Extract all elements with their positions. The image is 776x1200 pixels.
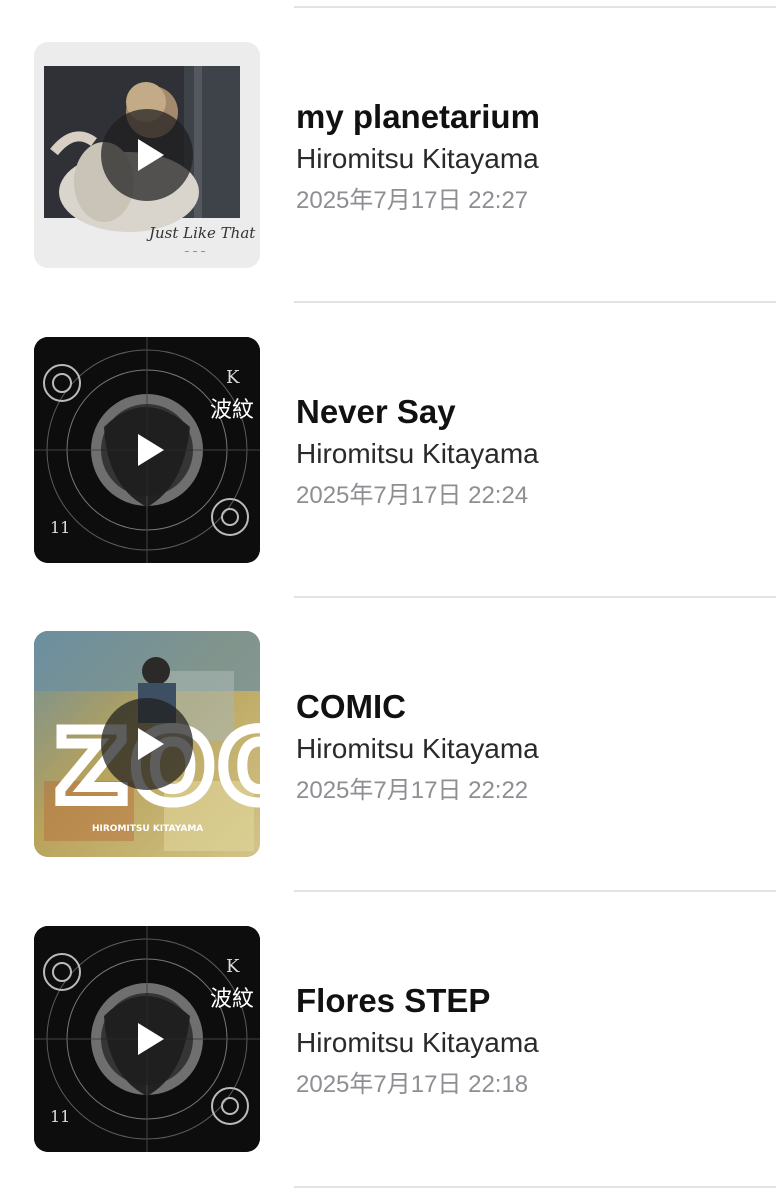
list-divider: [294, 1186, 776, 1188]
artwork-text: 波紋: [210, 398, 254, 423]
song-row[interactable]: Just Like That ~ ~ ~ my planetarium Hiro…: [0, 8, 776, 302]
song-row[interactable]: 波紋 K 11 Never Say Hiromitsu Kitayama 202…: [0, 303, 776, 597]
song-title: my planetarium: [296, 98, 540, 135]
song-artist: Hiromitsu Kitayama: [296, 1027, 539, 1058]
song-list: Just Like That ~ ~ ~ my planetarium Hiro…: [0, 0, 776, 1200]
artwork-text: 波紋: [210, 987, 254, 1012]
artwork-text: Just Like That: [146, 224, 256, 242]
song-title: COMIC: [296, 688, 406, 725]
play-icon[interactable]: [101, 993, 193, 1085]
album-artwork[interactable]: 波紋 K 11: [34, 337, 260, 563]
album-artwork[interactable]: 波紋 K 11: [34, 926, 260, 1152]
svg-text:11: 11: [50, 1107, 70, 1126]
song-artist: Hiromitsu Kitayama: [296, 143, 539, 174]
song-row[interactable]: ZOO HIROMITSU KITAYAMA COMIC Hiromitsu K…: [0, 598, 776, 892]
song-info: Never Say Hiromitsu Kitayama 2025年7月17日 …: [296, 392, 766, 514]
song-date: 2025年7月17日 22:24: [296, 482, 529, 509]
svg-text:~ ~ ~: ~ ~ ~: [184, 248, 206, 256]
song-artist: Hiromitsu Kitayama: [296, 733, 539, 764]
svg-text:K: K: [226, 956, 240, 977]
song-info: my planetarium Hiromitsu Kitayama 2025年7…: [296, 97, 766, 219]
album-artwork[interactable]: ZOO HIROMITSU KITAYAMA: [34, 631, 260, 857]
play-icon[interactable]: [101, 109, 193, 201]
song-info: Flores STEP Hiromitsu Kitayama 2025年7月17…: [296, 981, 766, 1103]
song-artist: Hiromitsu Kitayama: [296, 438, 539, 469]
album-artwork[interactable]: Just Like That ~ ~ ~: [34, 42, 260, 268]
play-icon[interactable]: [101, 404, 193, 496]
svg-text:K: K: [226, 367, 240, 388]
svg-text:11: 11: [50, 518, 70, 537]
song-title: Flores STEP: [296, 982, 491, 1019]
song-row[interactable]: 波紋 K 11 Flores STEP Hiromitsu Kitayama 2…: [0, 892, 776, 1186]
song-date: 2025年7月17日 22:22: [296, 777, 529, 804]
song-date: 2025年7月17日 22:18: [296, 1071, 529, 1098]
song-info: COMIC Hiromitsu Kitayama 2025年7月17日 22:2…: [296, 687, 766, 809]
song-title: Never Say: [296, 393, 456, 430]
play-icon[interactable]: [101, 698, 193, 790]
artwork-subtext: HIROMITSU KITAYAMA: [92, 824, 203, 834]
song-date: 2025年7月17日 22:27: [296, 187, 529, 214]
